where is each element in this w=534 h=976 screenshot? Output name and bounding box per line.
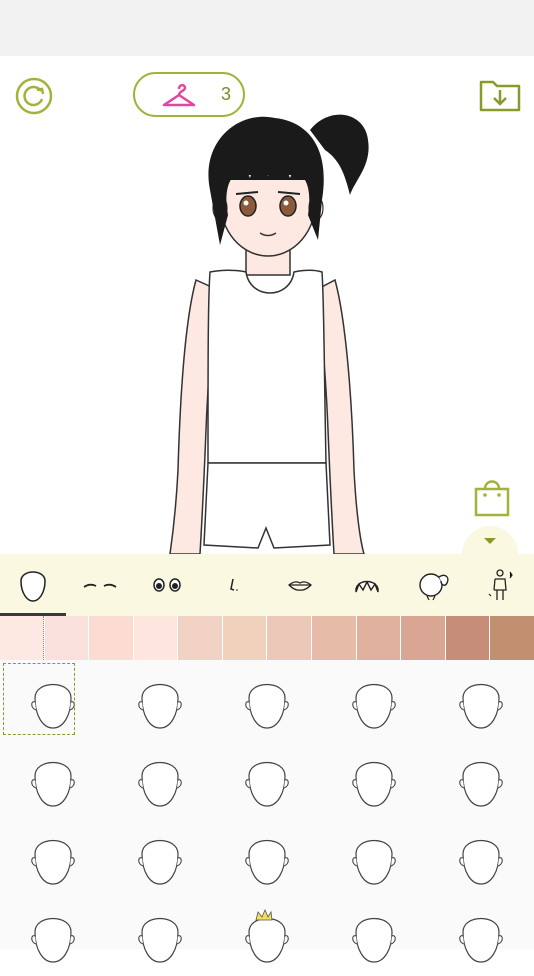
eyes-icon	[153, 578, 181, 592]
tab-eyebrows[interactable]	[67, 554, 134, 616]
face-shape-icon	[351, 840, 396, 885]
face-shape-icon	[458, 840, 503, 885]
skin-swatch[interactable]	[312, 616, 356, 660]
face-shape-icon	[31, 762, 76, 807]
face-option[interactable]	[107, 820, 214, 898]
face-option[interactable]	[320, 742, 427, 820]
face-shape-icon	[20, 571, 47, 602]
tab-eyes[interactable]	[134, 554, 201, 616]
face-shape-icon	[138, 684, 182, 729]
face-shape-icon	[245, 762, 289, 807]
face-option[interactable]	[107, 664, 214, 742]
skin-swatch[interactable]	[89, 616, 133, 660]
face-option[interactable]	[214, 742, 321, 820]
skin-color-swatches	[0, 616, 534, 660]
tab-outfit[interactable]	[467, 554, 534, 616]
skin-swatch[interactable]	[490, 616, 534, 660]
face-option[interactable]	[427, 898, 534, 976]
tab-face[interactable]	[0, 554, 67, 616]
face-shape-icon	[458, 918, 503, 963]
face-shape-icon	[245, 840, 289, 885]
face-option[interactable]	[107, 898, 214, 976]
face-option[interactable]	[427, 742, 534, 820]
bangs-icon	[355, 580, 379, 593]
face-shape-icon	[138, 762, 182, 807]
face-option[interactable]	[0, 898, 107, 976]
skin-swatch[interactable]	[401, 616, 445, 660]
face-shape-icon	[351, 918, 396, 963]
face-option[interactable]	[0, 663, 107, 742]
face-option[interactable]	[107, 742, 214, 820]
tab-mouth[interactable]	[267, 554, 334, 616]
face-option[interactable]	[427, 664, 534, 742]
face-options-grid	[0, 660, 534, 963]
face-shape-icon	[245, 908, 289, 963]
selection-frame	[3, 663, 75, 735]
reset-button[interactable]	[14, 76, 54, 116]
rotate-reset-icon	[15, 77, 53, 115]
character-figure	[169, 114, 369, 554]
face-shape-icon	[245, 684, 289, 729]
face-option[interactable]	[214, 820, 321, 898]
face-shape-icon	[351, 684, 396, 729]
tab-hair-front[interactable]	[334, 554, 401, 616]
face-shape-icon	[31, 840, 76, 885]
tab-hair-back[interactable]	[401, 554, 468, 616]
nose-icon	[229, 578, 238, 591]
lips-icon	[288, 581, 313, 591]
skin-swatch[interactable]	[178, 616, 222, 660]
face-shape-icon	[138, 840, 182, 885]
skin-swatch[interactable]	[356, 616, 401, 660]
eyebrows-icon	[83, 583, 117, 588]
face-shape-icon	[138, 918, 182, 963]
save-button[interactable]	[478, 76, 522, 114]
face-option[interactable]	[214, 664, 321, 742]
wardrobe-button[interactable]: 3	[133, 72, 245, 117]
face-option[interactable]	[320, 898, 427, 976]
hanger-icon	[162, 83, 196, 106]
skin-swatch[interactable]	[0, 616, 44, 660]
face-shape-icon	[351, 762, 396, 807]
ponytail-icon	[419, 573, 449, 601]
skin-swatch[interactable]	[133, 616, 178, 660]
face-option[interactable]	[320, 664, 427, 742]
face-option[interactable]	[320, 820, 427, 898]
outfit-icon	[488, 569, 513, 600]
skin-swatch[interactable]	[445, 616, 490, 660]
face-shape-icon	[458, 684, 503, 729]
shopping-bag-icon	[474, 480, 510, 517]
face-option[interactable]	[427, 820, 534, 898]
face-option[interactable]	[0, 742, 107, 820]
face-shape-icon	[31, 918, 76, 963]
category-tabs	[0, 554, 534, 616]
tab-nose[interactable]	[200, 554, 267, 616]
skin-swatch[interactable]	[44, 616, 89, 660]
folder-download-icon	[479, 80, 521, 112]
face-shape-icon	[458, 762, 503, 807]
skin-swatch[interactable]	[267, 616, 312, 660]
status-bar	[0, 0, 534, 56]
face-option[interactable]	[0, 820, 107, 898]
shop-button[interactable]	[472, 476, 512, 518]
wardrobe-count: 3	[220, 84, 231, 104]
skin-swatch[interactable]	[222, 616, 267, 660]
chevron-down-icon	[484, 538, 496, 544]
character-stage: 3	[0, 56, 534, 554]
face-option[interactable]	[214, 898, 321, 976]
